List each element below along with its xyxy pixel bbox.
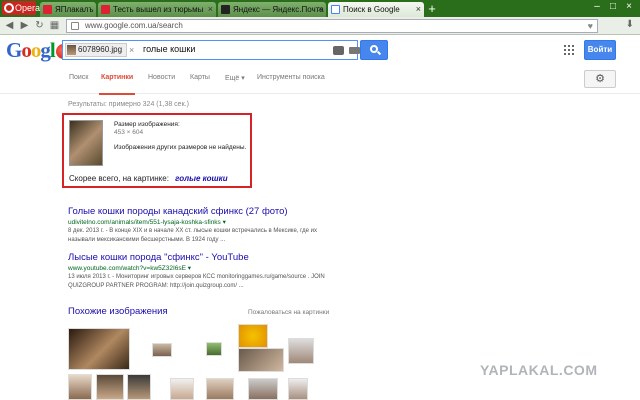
tab-news[interactable]: Новости [148, 74, 175, 81]
other-sizes-note: Изображения других размеров не найдены. [114, 144, 247, 151]
similar-image-thumbnail[interactable] [68, 328, 130, 370]
similar-image-thumbnail[interactable] [288, 378, 308, 400]
best-guess-label: Скорее всего, на картинке: [69, 174, 169, 183]
tab-title: Яндекс — Яндекс.Почта [233, 5, 324, 14]
minimize-icon[interactable]: – [590, 0, 604, 15]
close-tab-icon[interactable]: × [416, 2, 421, 17]
tab-maps[interactable]: Карты [190, 74, 210, 81]
similar-image-thumbnail[interactable] [238, 324, 268, 348]
search-box[interactable]: 6078960.jpg × голые кошки [62, 40, 360, 60]
tab-title: Тесть вышел из тюрьмы [113, 5, 204, 14]
tab-yaplakal[interactable]: ЯПлакалъ [40, 2, 96, 17]
result-url[interactable]: www.youtube.com/watch?v=kw5Z32I6sE ▾ [68, 264, 338, 272]
google-favicon-icon [331, 5, 340, 14]
maximize-icon[interactable]: □ [606, 0, 620, 15]
result-title-link[interactable]: Лысые кошки порода "сфинкс" - YouTube [68, 252, 338, 263]
search-result: Голые кошки породы канадский сфинкс (27 … [68, 206, 338, 244]
similar-image-thumbnail[interactable] [248, 378, 278, 400]
bookmark-star-icon[interactable]: ♥ [588, 20, 593, 32]
tab-images[interactable]: Картинки [98, 74, 136, 95]
google-header: Google 6078960.jpg × голые кошки Войти [0, 36, 640, 66]
query-image-preview[interactable] [69, 120, 103, 166]
search-result: Лысые кошки порода "сфинкс" - YouTube ww… [68, 252, 338, 290]
apps-grid-icon[interactable] [564, 45, 574, 55]
camera-icon[interactable] [333, 46, 344, 55]
tab-google-search[interactable]: Поиск в Google × [328, 2, 424, 17]
tab-search-tools[interactable]: Инструменты поиска [257, 74, 325, 81]
similar-image-thumbnail[interactable] [288, 338, 314, 364]
address-text: www.google.com.ua/search [85, 21, 183, 30]
similar-image-thumbnail[interactable] [206, 378, 234, 400]
similar-image-thumbnail[interactable] [127, 374, 151, 400]
tab-test-article[interactable]: Тесть вышел из тюрьмы × [98, 2, 216, 17]
close-tab-icon[interactable]: × [208, 2, 213, 17]
address-input[interactable]: www.google.com.ua/search ♥ [66, 19, 598, 33]
keyboard-icon[interactable] [349, 47, 360, 54]
result-url[interactable]: udivitelno.com/animals/item/551-lysaja-k… [68, 218, 338, 226]
similar-image-thumbnail[interactable] [68, 374, 92, 400]
page-info-icon[interactable] [71, 22, 79, 30]
result-snippet: 13 июля 2013 г. - Мониторинг игровых сер… [68, 274, 325, 289]
settings-gear-icon[interactable]: ⚙ [584, 70, 616, 88]
result-title-link[interactable]: Голые кошки породы канадский сфинкс (27 … [68, 206, 338, 217]
similar-image-thumbnail[interactable] [170, 378, 194, 400]
image-size-label: Размер изображения: [114, 121, 180, 128]
remove-image-icon[interactable]: × [129, 45, 134, 55]
back-icon[interactable]: ◀ [3, 20, 16, 32]
login-button[interactable]: Войти [584, 40, 616, 60]
best-guess: Скорее всего, на картинке: голые кошки [69, 174, 228, 183]
opera-menu-button[interactable]: Opera [2, 1, 40, 15]
tab-title: ЯПлакалъ [55, 5, 94, 14]
search-input[interactable]: голые кошки [143, 44, 195, 54]
browser-tab-strip: Opera ЯПлакалъ Тесть вышел из тюрьмы × Я… [0, 0, 640, 17]
image-query-chip[interactable]: 6078960.jpg [65, 43, 127, 57]
new-tab-icon[interactable]: + [426, 2, 438, 15]
tab-more[interactable]: Ещё ▾ [225, 74, 245, 82]
query-image-thumbnail [67, 45, 76, 55]
forward-icon[interactable]: ▶ [18, 20, 31, 32]
report-images-link[interactable]: Пожаловаться на картинки [248, 309, 329, 316]
reload-icon[interactable]: ↻ [33, 20, 46, 32]
similar-images-heading[interactable]: Похожие изображения [68, 306, 168, 317]
similar-image-thumbnail[interactable] [238, 348, 284, 372]
tab-search[interactable]: Поиск [69, 74, 88, 81]
image-info-card: Размер изображения: 453 × 604 Изображени… [62, 113, 252, 188]
search-nav-tabs: Поиск Картинки Новости Карты Ещё ▾ Инстр… [0, 66, 640, 95]
opera-menu-label: Opera [15, 3, 41, 13]
watermark: YAPLAKAL.COM [480, 362, 598, 378]
similar-image-thumbnail[interactable] [96, 374, 124, 400]
result-snippet: 8 дек. 2013 г. - В конце XIX и в начале … [68, 228, 317, 243]
similar-image-thumbnail[interactable] [152, 343, 172, 357]
close-tab-icon[interactable]: × [318, 2, 323, 17]
image-chip-filename: 6078960.jpg [78, 45, 123, 54]
speed-dial-icon[interactable]: ▦ [48, 20, 61, 32]
yaplakal-favicon-icon [43, 5, 52, 14]
tab-yandex-mail[interactable]: Яндекс — Яндекс.Почта × [218, 2, 326, 17]
address-toolbar: ◀ ▶ ↻ ▦ www.google.com.ua/search ♥ ⬇ [0, 17, 640, 35]
close-window-icon[interactable]: × [622, 0, 636, 15]
downloads-icon[interactable]: ⬇ [626, 19, 634, 30]
opera-logo-icon [4, 3, 14, 13]
best-guess-link[interactable]: голые кошки [175, 174, 227, 183]
search-button[interactable] [360, 40, 388, 60]
similar-image-thumbnail[interactable] [206, 342, 222, 356]
image-size-value: 453 × 604 [114, 129, 144, 136]
result-stats: Результаты: примерно 324 (1,38 сек.) [68, 101, 189, 108]
tab-title: Поиск в Google [343, 5, 400, 14]
yandex-favicon-icon [221, 5, 230, 14]
yaplakal-favicon-icon [101, 5, 110, 14]
